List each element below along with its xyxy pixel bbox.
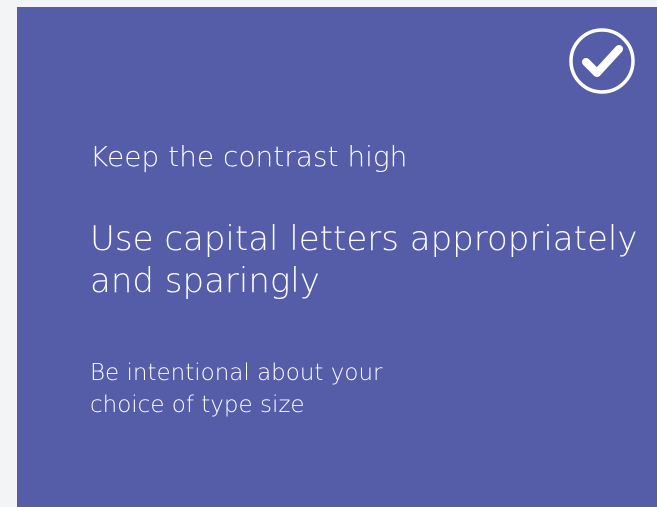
guideline-contrast: Keep the contrast high [90,140,408,173]
guideline-capital-letters: Use capital letters appropriately and sp… [90,219,638,301]
guideline-card: Keep the contrast high Use capital lette… [17,7,657,507]
checkmark-circle-icon [569,28,635,94]
guideline-type-size: Be intentional about your choice of type… [90,360,383,418]
